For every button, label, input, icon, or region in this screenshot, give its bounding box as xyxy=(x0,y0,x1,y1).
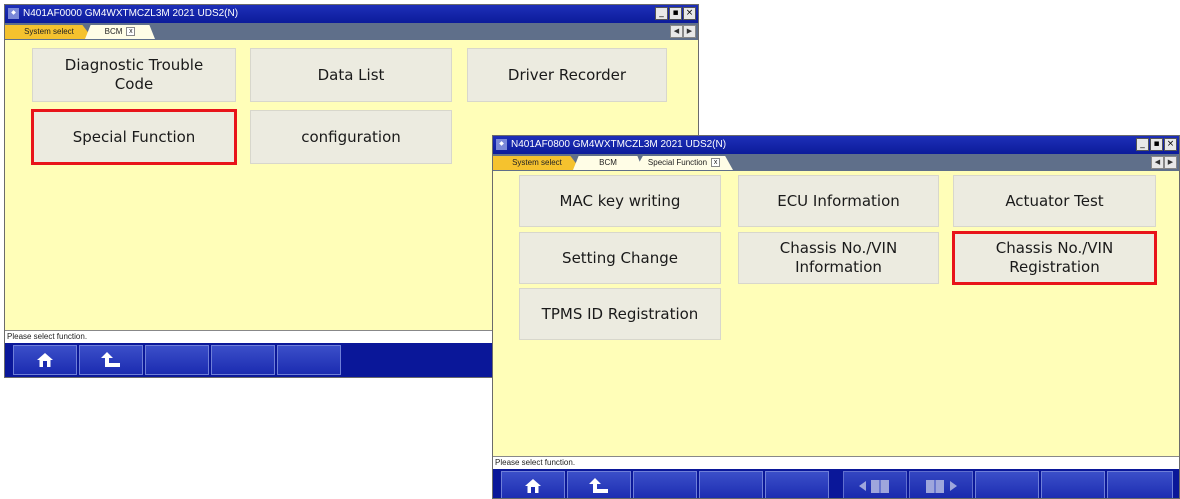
maximize-button[interactable]: ▪ xyxy=(669,7,682,20)
tab-bcm[interactable]: BCM xyxy=(573,156,643,170)
close-tab-icon[interactable]: x xyxy=(126,27,136,37)
minimize-button[interactable]: _ xyxy=(1136,138,1149,151)
tab-bar: System select BCM x xyxy=(5,23,698,40)
toolbar-slot-9[interactable] xyxy=(1041,471,1105,498)
toolbar-slot-3[interactable] xyxy=(145,345,209,375)
close-button[interactable]: × xyxy=(683,7,696,20)
tab-scroll-left-icon[interactable]: ◀ xyxy=(670,25,683,38)
tab-special-function[interactable]: Special Function x xyxy=(635,156,733,170)
back-arrow-icon xyxy=(589,478,608,493)
toolbar-slot-3[interactable] xyxy=(633,471,697,498)
toolbar-slot-4[interactable] xyxy=(211,345,275,375)
tab-system-select[interactable]: System select xyxy=(493,156,581,170)
data-list-button[interactable]: Data List xyxy=(250,48,452,102)
tab-system-select[interactable]: System select xyxy=(5,25,93,39)
actuator-test-button[interactable]: Actuator Test xyxy=(953,175,1156,227)
tab-scroll-right-icon[interactable]: ▶ xyxy=(1164,156,1177,169)
home-icon xyxy=(525,479,541,493)
home-icon xyxy=(37,353,53,367)
toolbar-slot-8[interactable] xyxy=(975,471,1039,498)
back-button[interactable] xyxy=(79,345,143,375)
toolbar-slot-5[interactable] xyxy=(765,471,829,498)
ecu-information-button[interactable]: ECU Information xyxy=(738,175,939,227)
toolbar-slot-5[interactable] xyxy=(277,345,341,375)
chassis-vin-information-button[interactable]: Chassis No./VIN Information xyxy=(738,232,939,284)
home-button[interactable] xyxy=(13,345,77,375)
window-title: N401AF0000 GM4WXTMCZL3M 2021 UDS2(N) xyxy=(23,8,239,19)
mac-key-writing-button[interactable]: MAC key writing xyxy=(519,175,721,227)
status-bar: Please select function. xyxy=(493,456,1179,469)
app-icon: ◆ xyxy=(8,8,19,19)
window-title: N401AF0800 GM4WXTMCZL3M 2021 UDS2(N) xyxy=(511,139,727,150)
setting-change-button[interactable]: Setting Change xyxy=(519,232,721,284)
driver-recorder-button[interactable]: Driver Recorder xyxy=(467,48,667,102)
special-function-window: ◆ N401AF0800 GM4WXTMCZL3M 2021 UDS2(N) _… xyxy=(492,135,1180,499)
tab-scroll-right-icon[interactable]: ▶ xyxy=(683,25,696,38)
back-button[interactable] xyxy=(567,471,631,498)
home-button[interactable] xyxy=(501,471,565,498)
toolbar-slot-10[interactable] xyxy=(1107,471,1173,498)
tpms-id-registration-button[interactable]: TPMS ID Registration xyxy=(519,288,721,340)
diagnostic-trouble-code-button[interactable]: Diagnostic Trouble Code xyxy=(32,48,236,102)
tab-bar: System select BCM Special Function x xyxy=(493,154,1179,171)
bottom-toolbar xyxy=(493,469,1179,498)
tab-scroll-left-icon[interactable]: ◀ xyxy=(1151,156,1164,169)
window-titlebar: ◆ N401AF0800 GM4WXTMCZL3M 2021 UDS2(N) _… xyxy=(493,136,1179,154)
toolbar-slot-4[interactable] xyxy=(699,471,763,498)
tab-bcm[interactable]: BCM x xyxy=(85,25,155,39)
window-titlebar: ◆ N401AF0000 GM4WXTMCZL3M 2021 UDS2(N) _… xyxy=(5,5,698,23)
special-function-button[interactable]: Special Function xyxy=(31,109,237,165)
configuration-button[interactable]: configuration xyxy=(250,110,452,164)
maximize-button[interactable]: ▪ xyxy=(1150,138,1163,151)
chassis-vin-registration-button[interactable]: Chassis No./VIN Registration xyxy=(952,231,1157,285)
next-page-button[interactable] xyxy=(909,471,973,498)
back-arrow-icon xyxy=(101,352,120,367)
app-icon: ◆ xyxy=(496,139,507,150)
minimize-button[interactable]: _ xyxy=(655,7,668,20)
close-button[interactable]: × xyxy=(1164,138,1177,151)
close-tab-icon[interactable]: x xyxy=(711,158,721,168)
prev-page-icon xyxy=(859,480,889,493)
prev-page-button[interactable] xyxy=(843,471,907,498)
next-page-icon xyxy=(926,480,957,493)
